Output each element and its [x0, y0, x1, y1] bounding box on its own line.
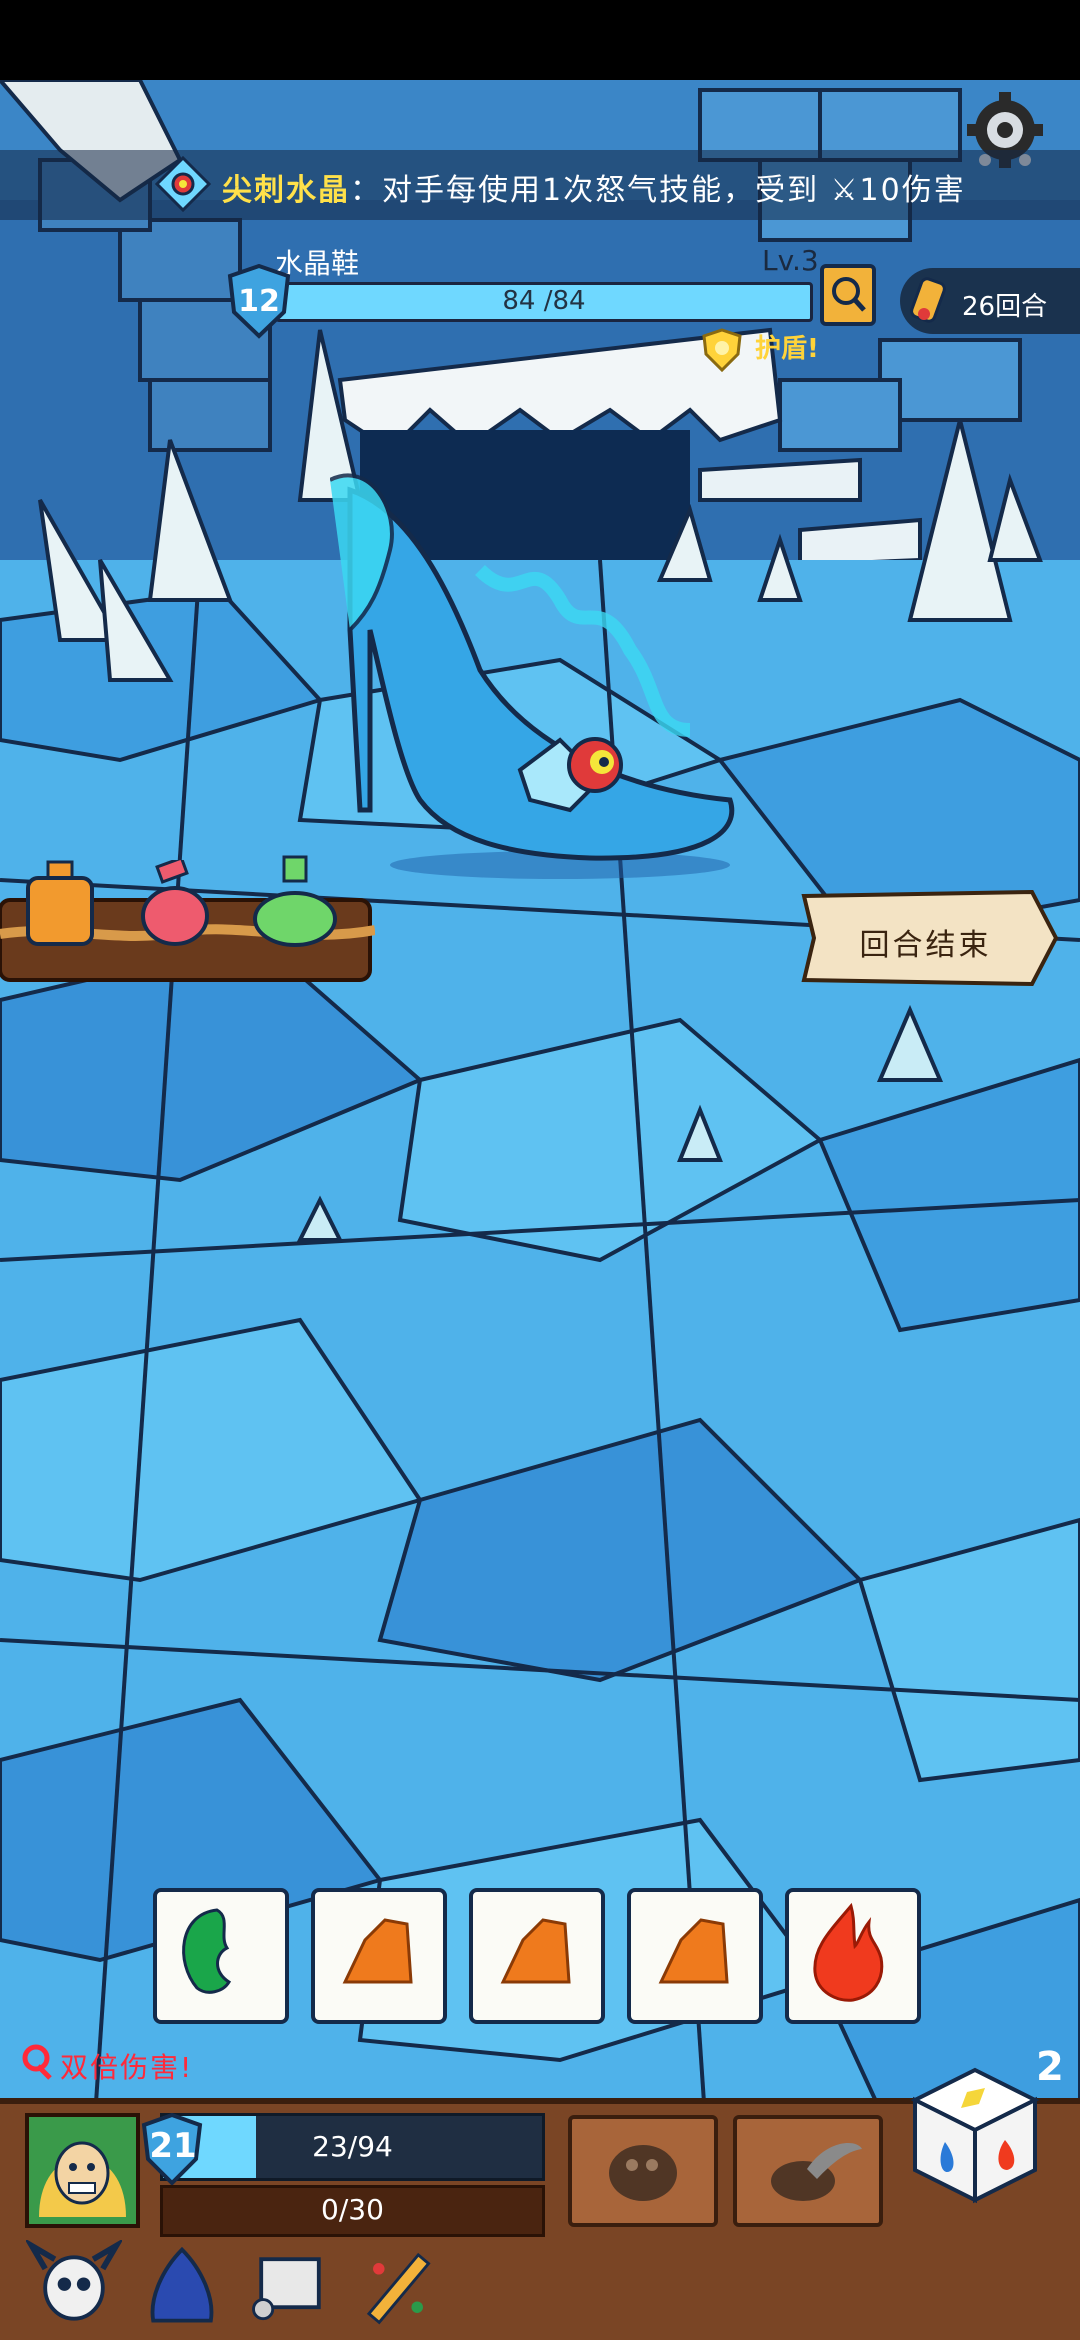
- dice-slot-row: [153, 1888, 933, 2028]
- game-screen: 尖刺水晶：对手每使用1次怒气技能，受到 ⚔10伤害 水晶鞋 Lv.3 84 /8…: [0, 0, 1080, 2340]
- dice-slot-4[interactable]: [627, 1888, 763, 2024]
- end-turn-label: 回合结束: [859, 928, 992, 963]
- skill-slot-claw[interactable]: [733, 2115, 883, 2227]
- player-hp-text: 23/94: [312, 2130, 393, 2163]
- orange-rock-icon: [658, 1918, 729, 1984]
- bottom-nav: [0, 2237, 1080, 2340]
- enemy-level: Lv.3: [762, 244, 819, 277]
- sword-icon: ⚔: [830, 173, 860, 208]
- magic-wand-nav-button[interactable]: [350, 2240, 446, 2336]
- claw-icon: [771, 2143, 862, 2201]
- orange-rock-icon: [500, 1918, 571, 1984]
- player-mp-text: 0/30: [321, 2193, 384, 2226]
- player-shield-value: 21: [149, 2126, 197, 2166]
- dice-slot-1[interactable]: [153, 1888, 289, 2024]
- crystal-buff-icon[interactable]: [154, 155, 212, 213]
- dice-slot-5[interactable]: [785, 1888, 921, 2024]
- protect-icon: [700, 328, 744, 373]
- dice-icon: [910, 2067, 1040, 2204]
- blue-bag-nav-button[interactable]: [134, 2240, 230, 2336]
- inspect-enemy-button[interactable]: [820, 264, 876, 326]
- buff-damage: 10伤害: [859, 173, 966, 208]
- enemy-hp-text: 84 /84: [502, 286, 586, 316]
- skull-horns-icon: [23, 2237, 125, 2321]
- green-leaf-icon: [182, 1908, 232, 1994]
- roll-dice-button[interactable]: [905, 2060, 1045, 2210]
- scroll-nav-button[interactable]: [242, 2240, 338, 2336]
- blue-bag-icon: [150, 2246, 214, 2323]
- buff-desc: ：对手每使用1次怒气技能，受到: [350, 173, 820, 208]
- scroll-round-icon: [906, 276, 952, 326]
- skill-slot-fist[interactable]: [568, 2115, 718, 2227]
- status-bar: [0, 0, 1080, 80]
- orange-rock-icon: [342, 1918, 413, 1984]
- red-potion-icon[interactable]: [135, 856, 215, 950]
- magnifier-icon: [820, 264, 876, 326]
- glass-slipper-enemy[interactable]: [329, 470, 750, 880]
- buff-name: 尖刺水晶: [222, 173, 350, 208]
- scroll-icon: [252, 2257, 321, 2321]
- dice-slot-2[interactable]: [311, 1888, 447, 2024]
- fire-icon: [813, 1902, 884, 2002]
- player-avatar[interactable]: [25, 2113, 140, 2228]
- green-potion-icon[interactable]: [250, 855, 340, 950]
- enemy-shield-value: 12: [238, 284, 280, 319]
- dice-slot-3[interactable]: [469, 1888, 605, 2024]
- enemy-status-text: 护盾!: [755, 334, 819, 364]
- bonus-text: 双倍伤害!: [60, 2051, 194, 2084]
- orange-potion-icon[interactable]: [20, 860, 100, 950]
- buff-description: 尖刺水晶：对手每使用1次怒气技能，受到 ⚔10伤害: [222, 165, 966, 209]
- double-damage-icon: [20, 2044, 56, 2080]
- skull-horns-nav-button[interactable]: [23, 2237, 125, 2336]
- spiked-fist-icon: [609, 2145, 677, 2201]
- magic-wand-icon: [366, 2252, 431, 2325]
- round-text: 26回合: [962, 292, 1048, 322]
